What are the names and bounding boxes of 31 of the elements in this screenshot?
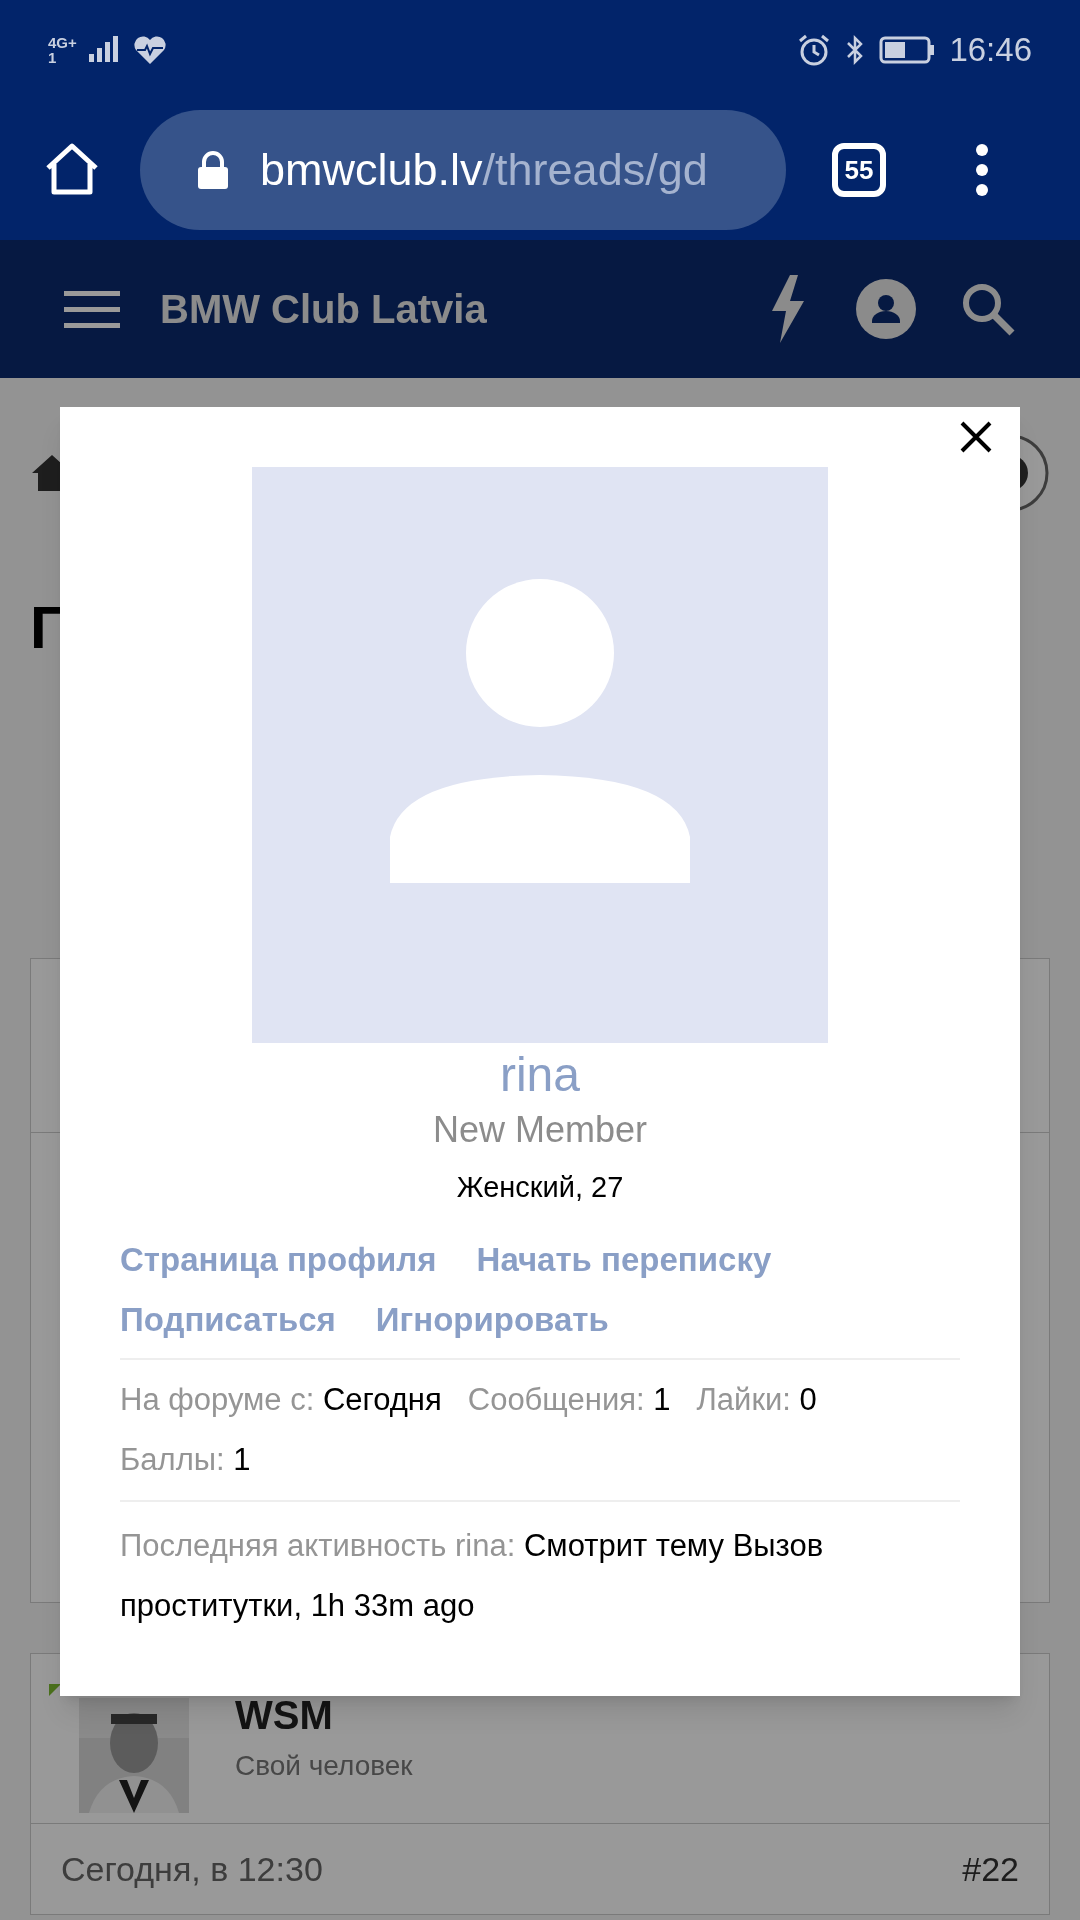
action-link[interactable]: Начать переписку <box>476 1239 772 1280</box>
stat-text: Лайки: 0 <box>696 1380 817 1419</box>
search-icon[interactable] <box>960 281 1016 337</box>
clock-text: 16:46 <box>949 30 1032 71</box>
gender-age-text: Женский, 27 <box>456 1170 624 1205</box>
alarm-icon <box>797 33 832 67</box>
lock-icon <box>196 150 230 190</box>
member-title: New Member <box>432 1108 648 1152</box>
address-bar[interactable]: bmwclub.lv/threads/gd <box>140 110 786 230</box>
action-link[interactable]: Подписаться <box>120 1299 336 1340</box>
account-icon[interactable] <box>856 279 916 339</box>
stat-text: Баллы: 1 <box>120 1440 251 1479</box>
username-link[interactable]: rina <box>499 1045 580 1105</box>
member-title: Свой человек <box>235 1749 413 1783</box>
post-number[interactable]: #22 <box>962 1843 1019 1895</box>
online-indicator-icon <box>49 1684 61 1696</box>
tab-count-button[interactable]: 55 <box>832 143 886 197</box>
sim-number-text: 1 <box>48 50 58 65</box>
last-activity-text: Последняя активность rina: Смотрит тему Вызов проститутки, 1h 33m ago <box>120 1526 825 1625</box>
url-text: bmwclub.lv/threads/gd <box>260 143 708 198</box>
action-link[interactable]: Игнорировать <box>375 1299 609 1340</box>
page-heading: Г <box>30 598 65 658</box>
network-type-text: 4G+ <box>48 35 77 50</box>
heart-rate-icon <box>132 35 167 65</box>
site-title[interactable]: BMW Club Latvia <box>160 279 487 339</box>
stat-text: На форуме с: Сегодня <box>120 1380 442 1419</box>
post-date[interactable]: Сегодня, в 12:30 <box>61 1843 323 1895</box>
stat-text: Сообщения: 1 <box>467 1380 671 1419</box>
action-link[interactable]: Страница профиля <box>120 1239 437 1280</box>
battery-icon <box>879 35 936 65</box>
menu-icon[interactable] <box>64 289 120 329</box>
